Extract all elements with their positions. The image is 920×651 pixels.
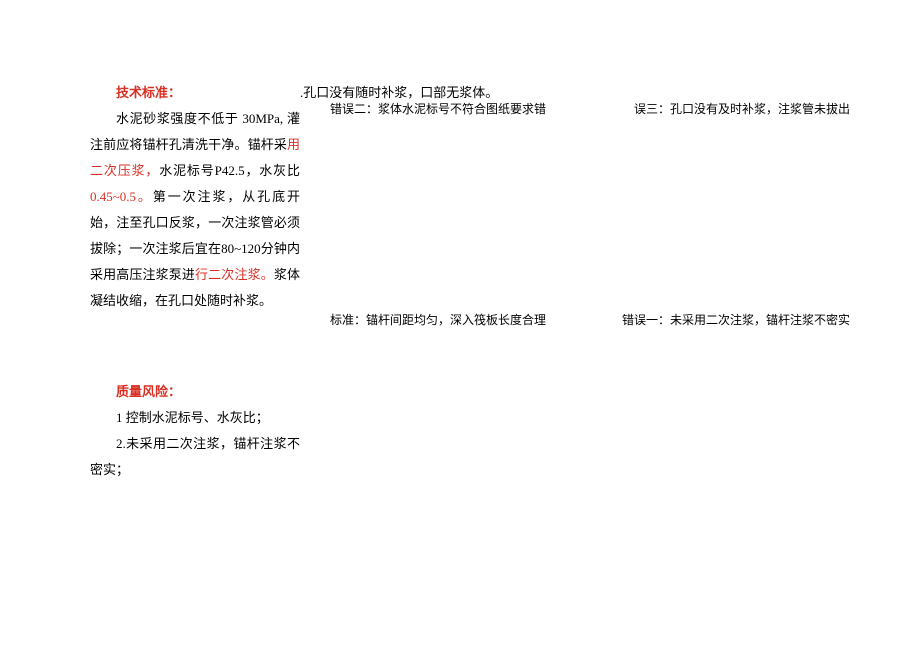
left-column: 技术标准： 水泥砂浆强度不低于 30MPa, 灌注前应将锚杆孔清洗干净。锚杆采用… [90, 80, 300, 483]
tech-highlight-3: 行二次注浆。 [195, 267, 274, 282]
caption-standard: 标准：锚杆间距均匀，深入筏板长度合理 [330, 308, 546, 332]
tech-standard-title: 技术标准： [90, 80, 300, 106]
risk-block: 质量风险： 1 控制水泥标号、水灰比； 2.未采用二次注浆，锚杆注浆不密实； [90, 379, 300, 483]
risk-item-2: 2.未采用二次注浆，锚杆注浆不密实； [90, 431, 300, 483]
caption-error-2: 错误二：浆体水泥标号不符合图纸要求错 [330, 97, 546, 121]
tech-standard-body: 水泥砂浆强度不低于 30MPa, 灌注前应将锚杆孔清洗干净。锚杆采用二次压浆，水… [90, 106, 300, 314]
caption-row-top: 错误二：浆体水泥标号不符合图纸要求错 误三：孔口没有及时补浆，注浆管未拔出 [330, 97, 850, 121]
tech-highlight-2: 0.45~0.5。 [90, 189, 153, 204]
caption-row-bottom: 标准：锚杆间距均匀，深入筏板长度合理 错误一：未采用二次注浆，锚杆注浆不密实 [330, 308, 850, 332]
quality-risk-title: 质量风险： [90, 379, 300, 405]
right-column: .孔口没有随时补浆，口部无浆体。 错误二：浆体水泥标号不符合图纸要求错 误三：孔… [330, 80, 830, 483]
tech-text-seg1: 水泥砂浆强度不低于 30MPa, 灌注前应将锚杆孔清洗干净。锚杆采 [90, 111, 300, 152]
tech-text-seg2: 水泥标号P42.5，水灰比 [159, 163, 300, 178]
caption-error-3: 误三：孔口没有及时补浆，注浆管未拔出 [634, 97, 850, 121]
caption-error-1: 错误一：未采用二次注浆，锚杆注浆不密实 [622, 308, 850, 332]
risk-item-1: 1 控制水泥标号、水灰比； [90, 405, 300, 431]
